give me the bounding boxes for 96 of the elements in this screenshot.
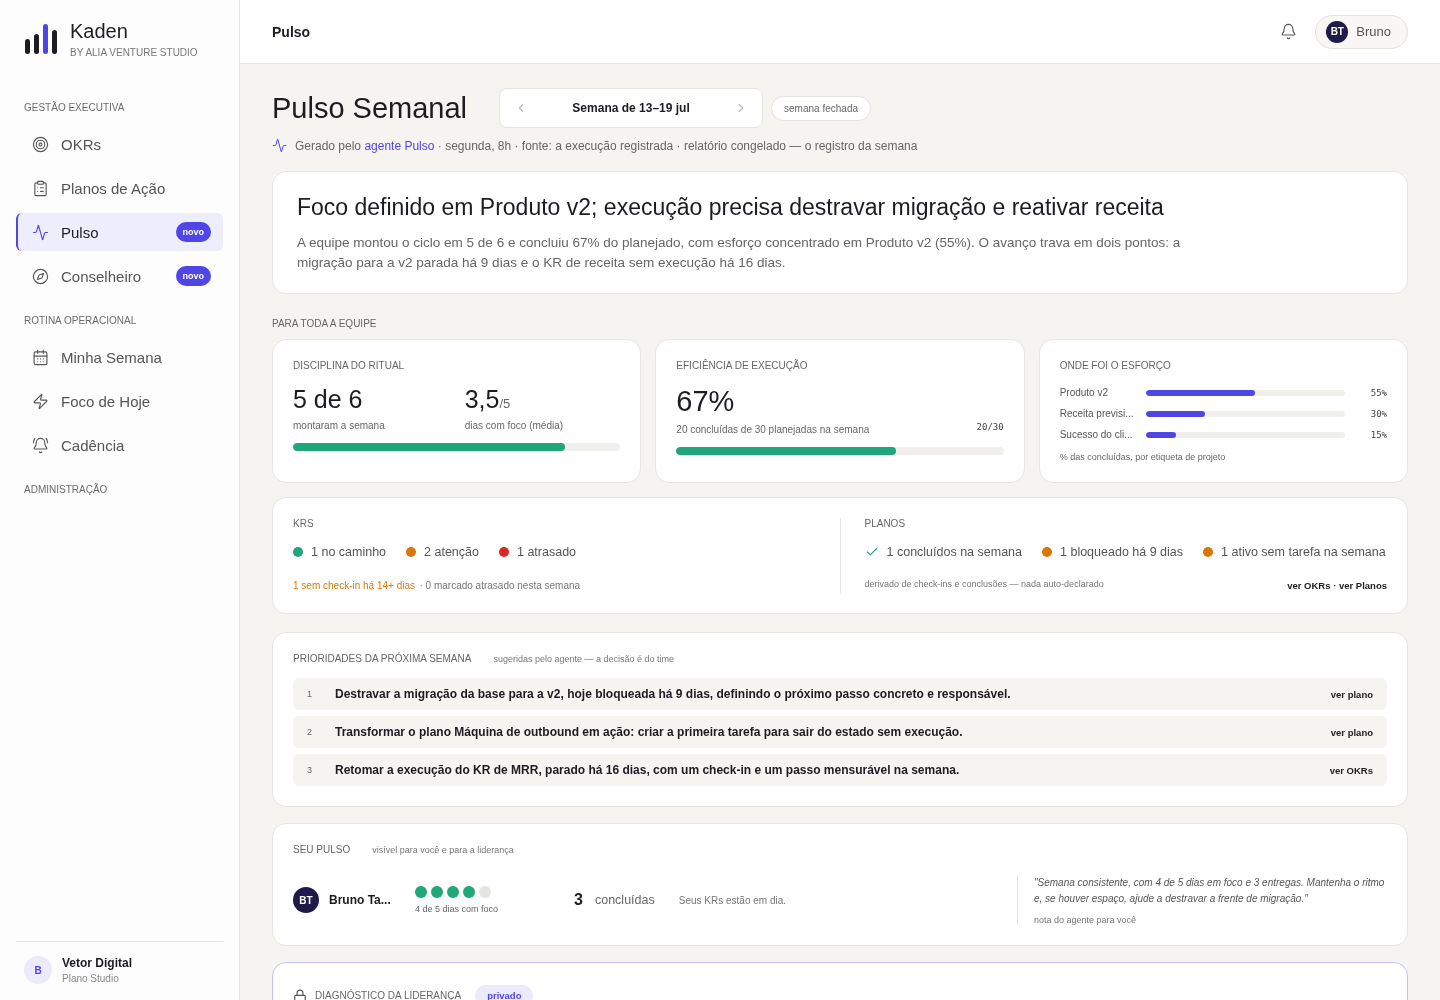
page-title: Pulso Semanal [272,91,468,125]
effort-reading: 15% [1369,429,1387,440]
card-subtitle: visível para você e para a liderança [372,844,514,855]
separator: · [1332,580,1338,591]
focus-dot [431,886,443,898]
target-icon [32,135,49,153]
breadcrumb: Pulso [272,23,311,40]
focus-value: 3,5/5 [464,385,512,414]
efficiency-ratio: 20/30 [976,421,1004,432]
activity-icon [272,138,287,153]
card-title: KRS [293,518,315,529]
sidebar-item[interactable]: OKRs [16,125,223,163]
sidebar-item[interactable]: Foco de Hoje [16,382,223,420]
lightning-icon [32,392,49,410]
activity-icon [32,223,49,241]
quote-caption: nota do agente para você [1034,915,1138,925]
checkin-warning: 1 sem check-in há 14+ dias [293,580,415,591]
focus-dot [415,886,427,898]
priority-text: Destravar a migração da base para a v2, hoje bloqueada há 9 dias, definindo o próximo passo concreto e responsável. [335,687,1012,701]
logo-icon [24,22,58,56]
sidebar-item[interactable]: Minha Semana [16,338,223,376]
sidebar-item[interactable]: Planos de Ação [16,169,223,207]
card-title: DISCIPLINA DO RITUAL [293,360,406,371]
section-title: GESTÃO EXECUTIVA [23,102,126,113]
effort-reading: 30% [1369,408,1387,419]
card-title: EFICIÊNCIA DE EXECUÇÃO [676,360,809,371]
week-label: Semana de 13–19 jul [572,101,690,115]
workspace-name: Vetor Digital [62,956,132,970]
section-title: ROTINA OPERACIONAL [23,315,138,326]
effort-caption: % das concluídas, por etiqueta de projeto [1059,452,1227,462]
plans-note: derivado de check-ins e conclusões — nada auto-declarado [864,579,1104,589]
focus-dot [463,886,475,898]
card-title: SEU PULSO [293,844,351,855]
ritual-caption: montaram a semana [293,420,385,431]
focus-dot [447,886,459,898]
card-title: ONDE FOI O ESFORÇO [1059,360,1172,371]
bell-icon[interactable] [1280,23,1298,40]
agent-quote: "Semana consistente, com 4 de 5 dias em foco e 3 entregas. Mantenha o ritmo e, se houver espaço, ajude a destravar a frente de migração." [1034,876,1386,906]
card-title: PLANOS [864,518,907,529]
kr-status: 1 no caminho [311,545,387,559]
efficiency-caption: 20 concluídas de 30 planejadas na semana [676,424,870,435]
priority-text: Retomar a execução do KR de MRR, parado há 16 dias, com um check-in e um passo mensurável na semana. [335,763,961,777]
focus-caption: dias com foco (média) [464,420,564,431]
bell-icon [32,436,49,454]
status-badge: semana fechada [771,95,871,121]
ritual-value: 5 de 6 [293,385,364,414]
report-meta: Gerado pelo agente Pulso · segunda, 8h · fonte: a execução registrada · relatório congelado — o registro da semana [295,138,918,153]
user-menu[interactable]: BT Bruno [1315,14,1408,49]
krs-note: Seus KRs estão em dia. [678,894,786,906]
done-count: 3 [574,891,583,909]
priority-number: 3 [307,765,313,775]
card-subtitle: sugeridas pelo agente — a decisão é do time [493,653,674,664]
agent-link[interactable]: agente Pulso [364,138,435,153]
view-link[interactable]: ver plano [1330,726,1373,738]
priority-number: 1 [307,689,313,699]
user-name: Bruno Ta... [329,893,392,907]
summary-text: A equipe montou o ciclo em 5 de 6 e concluiu 67% do planejado, com esforço concentrado em Produto v2 (55%). O avanço trava em dois pontos: a migração para a v2 parada há 9 dias e o KR de receita sem execução há 16 dias. [297,234,1182,272]
kr-note: · 0 marcado atrasado nesta semana [419,580,581,591]
view-link[interactable]: ver Planos [1338,580,1387,591]
kr-status: 2 atenção [424,545,479,559]
effort-label: Produto v2 [1059,387,1110,398]
calendar-icon [32,348,49,366]
sidebar-item[interactable]: Cadência [16,426,223,464]
compass-icon [32,267,49,285]
brand-name: Kaden [70,20,129,43]
user-avatar: BT [293,887,319,913]
plan-status: 1 bloqueado há 9 dias [1060,545,1184,559]
card-title: PRIORIDADES DA PRÓXIMA SEMANA [293,653,472,664]
priority-number: 2 [307,727,313,737]
focus-dot [479,886,491,898]
sidebar-item[interactable]: Conselheiro novo [16,257,223,295]
sidebar-item[interactable]: Pulso novo [16,213,223,251]
new-badge: novo [175,266,211,286]
workspace-avatar: B [24,956,52,984]
section-title: PARA TODA A EQUIPE [272,318,378,329]
brand-subtitle: BY ALIA VENTURE STUDIO [70,47,198,58]
plan-status: 1 ativo sem tarefa na semana [1221,545,1386,559]
plan-status: 1 concluídos na semana [886,545,1022,559]
done-label: concluídas [594,893,655,907]
priority-text: Transformar o plano Máquina de outbound em ação: criar a primeira tarefa para sair do estado sem execução. [335,725,964,739]
workspace-plan: Plano Studio [62,973,120,984]
lock-icon [293,988,307,1000]
focus-caption: 4 de 5 dias com foco [415,904,499,914]
user-avatar: BT [1326,20,1349,43]
new-badge: novo [175,222,211,242]
effort-reading: 55% [1369,387,1387,398]
section-title: ADMINISTRAÇÃO [23,484,109,495]
view-link[interactable]: ver plano [1330,688,1373,700]
clipboard-icon [32,179,49,197]
kr-status: 1 atrasado [517,545,577,559]
efficiency-value: 67% [676,385,736,418]
summary-headline: Foco definido em Produto v2; execução precisa destravar migração e reativar receita [297,194,1165,221]
effort-label: Receita previsi... [1059,408,1135,419]
effort-label: Sucesso do cli... [1059,429,1134,440]
view-link[interactable]: ver OKRs [1329,764,1373,776]
view-link[interactable]: ver OKRs [1287,580,1331,591]
